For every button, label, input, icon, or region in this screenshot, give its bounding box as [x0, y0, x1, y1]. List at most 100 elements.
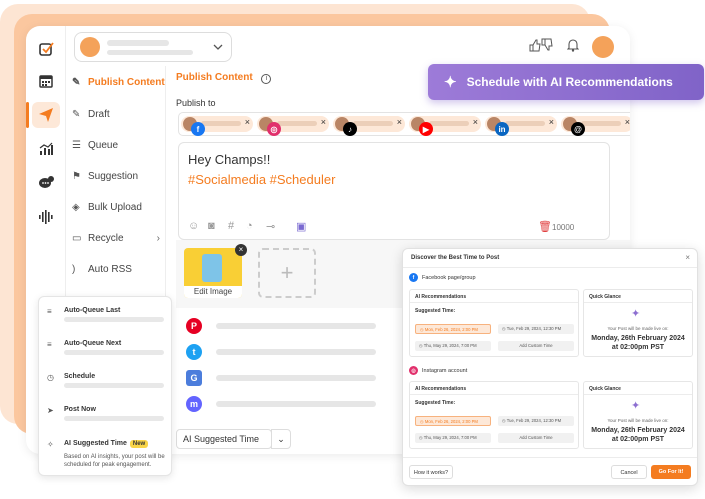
list-icon: ≡ — [47, 340, 52, 349]
new-badge: New — [129, 440, 149, 448]
nav-queue[interactable]: ☰ Queue — [72, 133, 168, 157]
hashtag-icon[interactable]: # — [228, 220, 234, 232]
time-slot-option[interactable]: ◷ Thu, May 29, 2024, 7:00 PM — [415, 433, 491, 443]
account-name-placeholder — [107, 40, 169, 46]
network-row-mastodon[interactable]: m — [176, 392, 416, 416]
ai-suggested-time-select[interactable]: AI Suggested Time ⌄ — [176, 429, 291, 449]
quick-glance-panel: Quick Glance ✦ Your Post will be made li… — [583, 381, 693, 449]
publish-to-label: Publish to — [176, 98, 216, 108]
account-chip-threads[interactable]: × @ — [561, 116, 630, 136]
time-slot-option[interactable]: ◷ Thu, May 29, 2024, 7:00 PM — [415, 341, 491, 351]
nav-draft[interactable]: ✎ Draft — [72, 102, 168, 126]
pie-chart-icon[interactable]: ◔ — [246, 220, 253, 232]
schedule-ai-button[interactable]: ✦ Schedule with AI Recommendations — [428, 64, 704, 100]
ai-suggested-description: Based on AI insights, your post will be … — [64, 454, 165, 468]
thumbs-feedback-icon[interactable] — [528, 38, 554, 52]
account-chip-youtube[interactable]: × ▶ — [409, 116, 481, 136]
time-slot-option[interactable]: ◷ Mon, Feb 26, 2024, 2:00 PM — [415, 324, 491, 334]
rail-messages[interactable] — [32, 170, 60, 196]
emoji-icon[interactable]: ☺ — [188, 220, 199, 232]
facebook-icon: f — [191, 122, 205, 136]
add-custom-time-button[interactable]: Add Custom Time — [498, 341, 574, 351]
user-avatar[interactable] — [592, 36, 614, 58]
queue-icon: ☰ — [72, 139, 81, 151]
pencil-icon: ✎ — [72, 76, 81, 88]
analytics-icon — [39, 142, 53, 155]
camera-icon[interactable]: ◙ — [208, 220, 215, 232]
bell-icon[interactable] — [567, 38, 579, 52]
time-slot-option[interactable]: ◷ Tue, Feb 29, 2024, 12:30 PM — [498, 416, 574, 426]
account-chip-instagram[interactable]: × ◎ — [257, 116, 329, 136]
bookmark-icon: ⚑ — [72, 170, 81, 182]
best-time-modal: Discover the Best Time to Post × f Facebo… — [402, 248, 698, 486]
close-icon[interactable]: × — [625, 117, 630, 127]
chevron-right-icon: › — [156, 232, 160, 244]
rail-listening[interactable] — [32, 204, 60, 230]
nav-suggestion[interactable]: ⚑ Suggestion — [72, 164, 168, 188]
close-icon[interactable]: × — [549, 117, 554, 127]
recycle-icon: ▭ — [72, 232, 82, 244]
chevron-down-icon[interactable]: ⌄ — [271, 429, 291, 449]
robot-icon[interactable]: ▣ — [296, 220, 306, 233]
how-it-works-button[interactable]: How it works? — [409, 465, 453, 479]
section-account-instagram: ◎ Instagram account — [409, 366, 467, 375]
remove-media-button[interactable]: × — [235, 244, 247, 256]
nav-auto-rss[interactable]: ) Auto RSS — [72, 257, 168, 281]
rail-calendar[interactable] — [32, 68, 60, 94]
account-switcher[interactable] — [74, 32, 232, 62]
add-custom-time-button[interactable]: Add Custom Time — [498, 433, 574, 443]
threads-icon: @ — [571, 122, 585, 136]
post-text-hashtags[interactable]: #Socialmedia #Scheduler — [188, 172, 335, 187]
list-icon: ≡ — [47, 307, 52, 316]
media-thumbnail[interactable]: Edit Image — [184, 248, 242, 298]
clock-icon: ◷ — [47, 373, 54, 382]
trash-icon[interactable]: 🗑 — [538, 220, 552, 233]
modal-title: Discover the Best Time to Post — [411, 255, 500, 261]
network-row-pinterest[interactable]: P — [176, 314, 416, 338]
account-chip-tiktok[interactable]: × ♪ — [333, 116, 405, 136]
instagram-icon: ◎ — [267, 122, 281, 136]
cancel-button[interactable]: Cancel — [611, 465, 647, 479]
info-icon[interactable]: i — [261, 74, 272, 84]
rail-publish[interactable] — [26, 102, 60, 128]
nav-bulk-upload[interactable]: ◈ Bulk Upload — [72, 195, 168, 219]
character-count: 10000 — [552, 223, 575, 232]
network-row-google-business[interactable]: G — [176, 366, 416, 390]
rail-tasks[interactable] — [32, 36, 60, 62]
ai-recommendations-panel: AI Recommendations Suggested Time: ◷ Mon… — [409, 381, 579, 449]
edit-image-button[interactable]: Edit Image — [184, 286, 242, 298]
section-account-facebook: f Facebook page/group — [409, 273, 476, 282]
nav-recycle[interactable]: ▭ Recycle › — [72, 226, 168, 250]
ai-recommendations-panel: AI Recommendations Suggested Time: ◷ Mon… — [409, 289, 579, 357]
page-title: Publish Content i — [176, 72, 272, 84]
linkedin-icon: in — [495, 122, 509, 136]
checkbox-icon — [39, 42, 54, 56]
account-chip-facebook[interactable]: × f — [181, 116, 253, 136]
account-sub-placeholder — [107, 50, 193, 55]
link-shortener-icon[interactable]: ⊸ — [266, 220, 275, 233]
instagram-icon: ◎ — [409, 366, 418, 375]
sparkle-icon: ✦ — [631, 308, 641, 320]
quick-glance-panel: Quick Glance ✦ Your Post will be made li… — [583, 289, 693, 357]
draft-icon: ✎ — [72, 108, 81, 120]
add-media-button[interactable]: + — [258, 248, 316, 298]
time-slot-option[interactable]: ◷ Mon, Feb 26, 2024, 2:00 PM — [415, 416, 491, 426]
nav-publish-content[interactable]: ✎ Publish Content — [72, 70, 168, 94]
close-icon[interactable]: × — [473, 117, 478, 127]
rss-icon: ) — [72, 263, 76, 275]
account-chip-linkedin[interactable]: × in — [485, 116, 557, 136]
calendar-icon — [39, 75, 53, 88]
rail-analytics[interactable] — [32, 136, 60, 162]
close-icon[interactable]: × — [397, 117, 402, 127]
post-text-greeting[interactable]: Hey Champs!! — [188, 152, 270, 167]
twitter-icon: t — [186, 344, 202, 360]
time-slot-option[interactable]: ◷ Tue, Feb 29, 2024, 12:30 PM — [498, 324, 574, 334]
sparkle-icon: ✧ — [47, 440, 54, 449]
close-icon[interactable]: × — [685, 253, 690, 262]
close-icon[interactable]: × — [245, 117, 250, 127]
go-for-it-button[interactable]: Go For It! — [651, 465, 691, 479]
audio-wave-icon — [39, 210, 53, 224]
close-icon[interactable]: × — [321, 117, 326, 127]
network-row-twitter[interactable]: t — [176, 340, 416, 364]
google-business-icon: G — [186, 370, 202, 386]
